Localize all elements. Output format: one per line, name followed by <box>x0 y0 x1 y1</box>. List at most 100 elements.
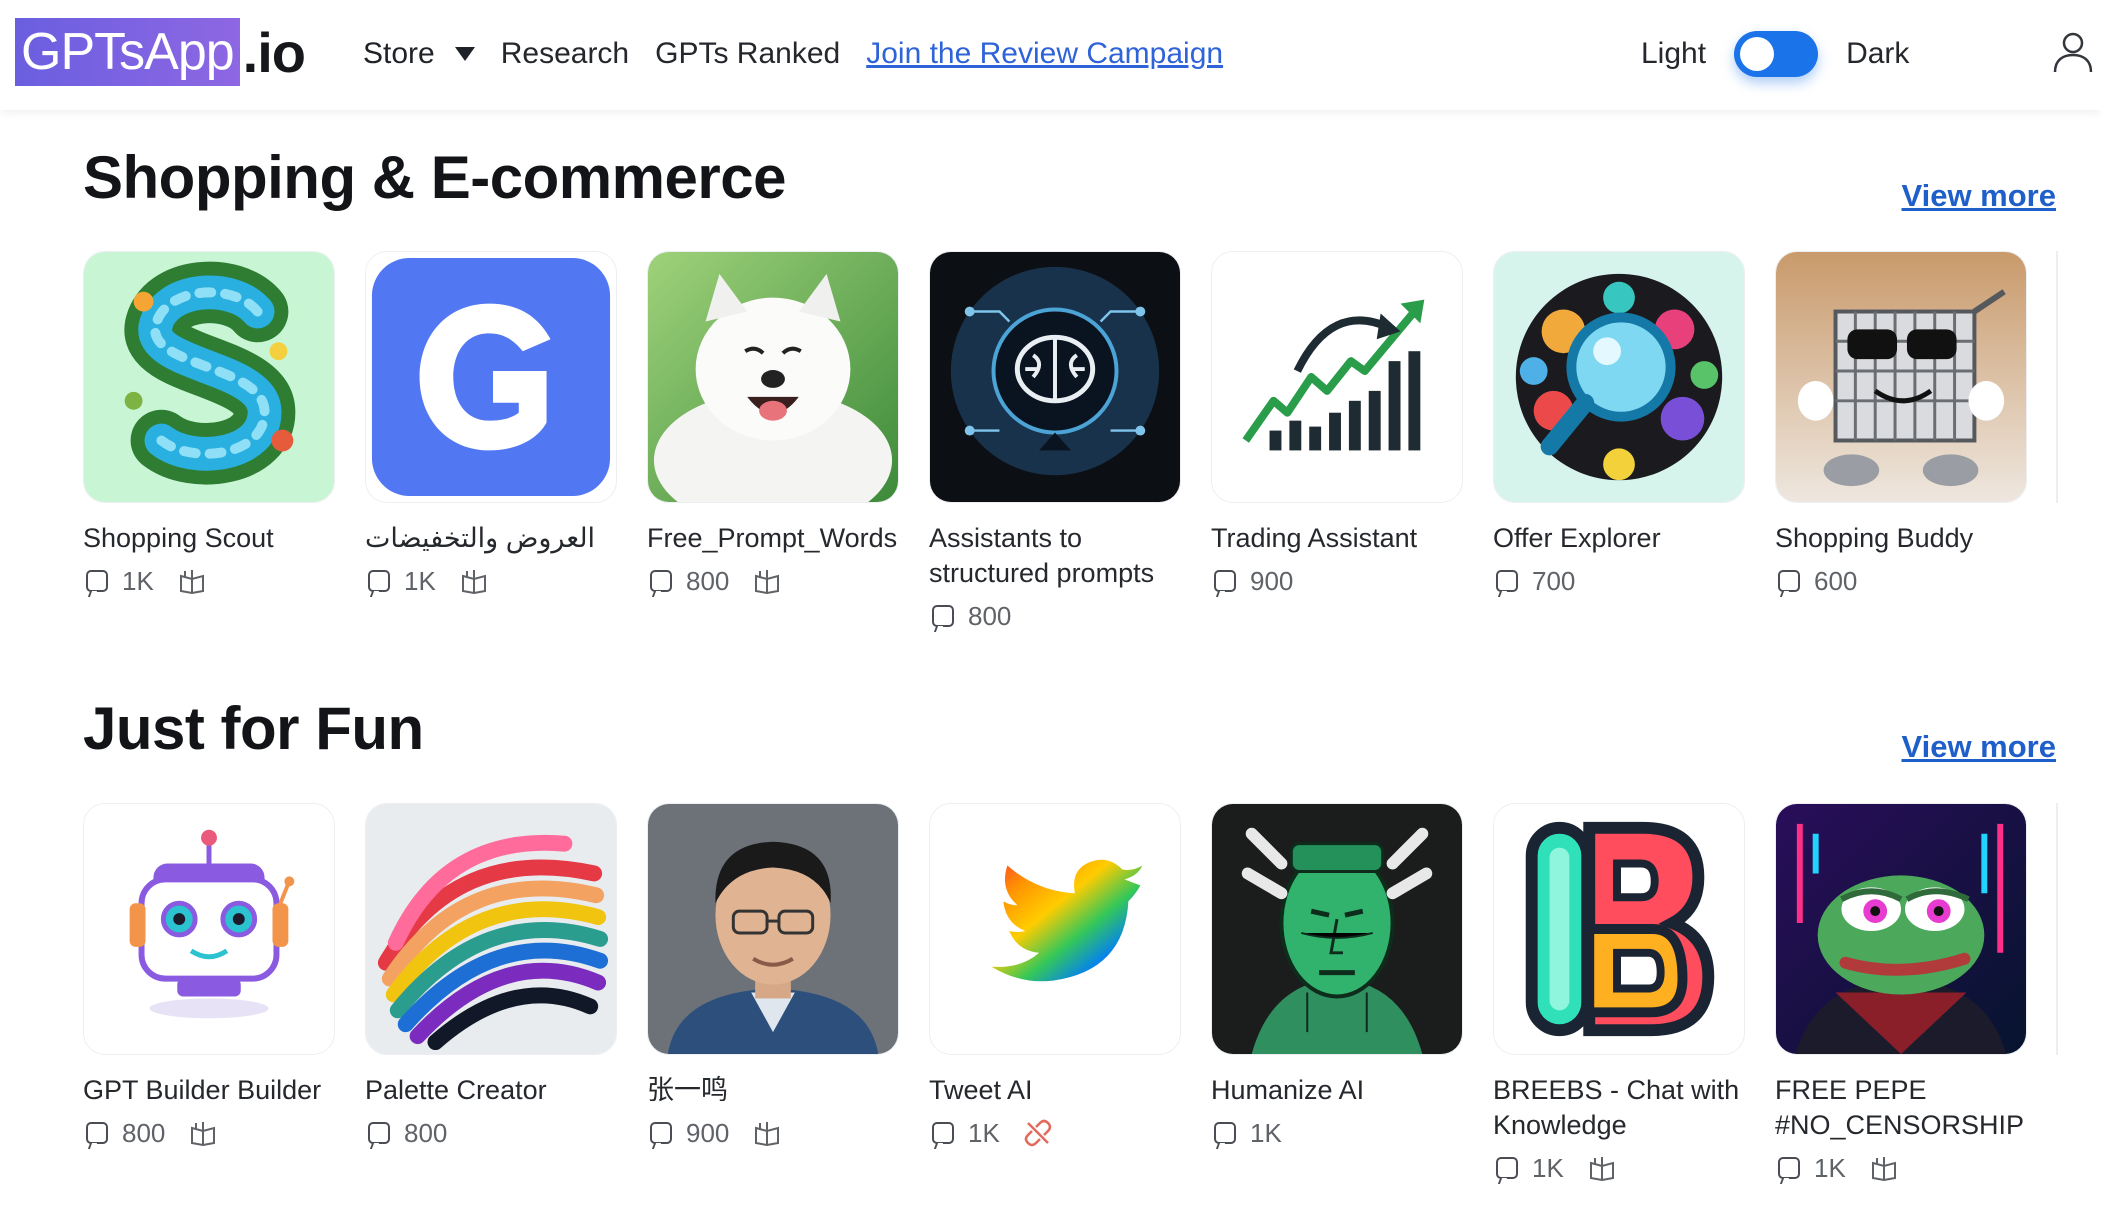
user-account-icon[interactable] <box>2051 30 2095 74</box>
conversation-count: 800 <box>122 1117 166 1148</box>
book-icon <box>755 570 780 594</box>
chat-bubble-icon <box>1778 570 1800 592</box>
magnifier-collage-icon <box>1493 251 1745 503</box>
gpt-card-name: Shopping Scout <box>83 523 274 553</box>
rainbow-bird-icon <box>929 803 1181 1055</box>
theme-dark-label: Dark <box>1846 37 1910 70</box>
gpt-card-palette-creator[interactable]: Palette Creator 800 <box>365 803 617 1150</box>
conversation-count: 700 <box>1532 565 1576 596</box>
theme-light-label: Light <box>1641 37 1707 70</box>
book-icon <box>755 1122 780 1146</box>
neon-frog-icon <box>1775 803 2027 1055</box>
book-icon <box>461 570 486 594</box>
gpt-card-free-prompt-words[interactable]: Free_Prompt_Words 800 <box>647 251 899 598</box>
gpt-card-name: Offer Explorer <box>1493 523 1661 553</box>
gpt-card-humanize-ai[interactable]: Humanize AI 1K <box>1211 803 1463 1150</box>
gpt-card-name: Trading Assistant <box>1211 523 1418 553</box>
gpt-card-tweet-ai[interactable]: Tweet AI 1K <box>929 803 1181 1150</box>
chat-bubble-icon <box>368 1122 390 1144</box>
chat-bubble-icon <box>86 1122 108 1144</box>
site-logo[interactable]: GPTsApp .io <box>15 18 306 86</box>
nav-store-dropdown[interactable]: Store <box>363 37 475 71</box>
gpt-card-meta: 800 <box>365 1116 617 1150</box>
s-river-logo-icon <box>83 251 335 503</box>
gpt-card-meta: 600 <box>1775 564 2027 598</box>
next-card-edge <box>2056 803 2060 1055</box>
chat-bubble-icon <box>650 1122 672 1144</box>
book-icon <box>179 570 204 594</box>
chat-bubble-icon <box>1496 1157 1518 1179</box>
gpt-card-arabic-offers[interactable]: العروض والتخفيضات 1K <box>365 251 617 598</box>
chat-bubble-icon <box>1214 1122 1236 1144</box>
view-more-fun-link[interactable]: View more <box>1901 729 2056 765</box>
conversation-count: 900 <box>1250 565 1294 596</box>
join-review-campaign-link[interactable]: Join the Review Campaign <box>866 37 1223 71</box>
conversation-count: 800 <box>686 565 730 596</box>
gpt-card-name: Palette Creator <box>365 1075 547 1105</box>
gpt-card-gpt-builder-builder[interactable]: GPT Builder Builder 800 <box>83 803 335 1150</box>
conversation-count: 1K <box>968 1117 1000 1148</box>
gpt-card-breebs[interactable]: BREEBS - Chat with Knowledge 1K <box>1493 803 1745 1185</box>
section-title-shopping: Shopping & E-commerce <box>83 144 786 211</box>
gpt-card-meta: 1K <box>1493 1151 1745 1185</box>
chat-bubble-icon <box>932 605 954 627</box>
conversation-count: 800 <box>404 1117 448 1148</box>
gpt-card-name: BREEBS - Chat with Knowledge <box>1493 1075 1740 1140</box>
theme-toggle-switch[interactable] <box>1734 31 1819 77</box>
conversation-count: 1K <box>1250 1117 1282 1148</box>
trend-chart-icon <box>1211 251 1463 503</box>
gpt-card-zhang-yiming[interactable]: 张一鸣 900 <box>647 803 899 1150</box>
gpt-card-meta: 1K <box>83 564 335 598</box>
book-icon <box>191 1122 216 1146</box>
nav-gpts-ranked-link[interactable]: GPTs Ranked <box>655 37 840 71</box>
cart-character-icon <box>1775 251 2027 503</box>
gpt-card-meta: 800 <box>929 599 1181 633</box>
portrait-photo-icon <box>647 803 899 1055</box>
gpt-card-name: Tweet AI <box>929 1075 1033 1105</box>
conversation-count: 600 <box>1814 565 1858 596</box>
color-swirl-icon <box>365 803 617 1055</box>
gpt-card-meta: 800 <box>83 1116 335 1150</box>
gpt-card-meta: 1K <box>929 1116 1181 1150</box>
view-more-shopping-link[interactable]: View more <box>1901 178 2056 214</box>
chat-bubble-icon <box>1214 570 1236 592</box>
chat-bubble-icon <box>932 1122 954 1144</box>
gpt-card-meta: 1K <box>1775 1151 2027 1185</box>
gpt-card-name: Shopping Buddy <box>1775 523 1974 553</box>
main-nav: Store Research GPTs Ranked Join the Revi… <box>363 0 1223 108</box>
conversation-count: 900 <box>686 1117 730 1148</box>
chevron-down-icon <box>454 47 475 61</box>
gpt-card-meta: 1K <box>365 564 617 598</box>
gpt-card-shopping-scout[interactable]: Shopping Scout 1K <box>83 251 335 598</box>
gpt-card-trading-assistant[interactable]: Trading Assistant 900 <box>1211 251 1463 598</box>
gpt-card-offer-explorer[interactable]: Offer Explorer 700 <box>1493 251 1745 598</box>
gpt-card-assistants-structured-prompts[interactable]: Assistants to structured prompts 800 <box>929 251 1181 633</box>
gpt-card-name: Free_Prompt_Words <box>647 523 898 553</box>
conversation-count: 1K <box>122 565 154 596</box>
chat-bubble-icon <box>1496 570 1518 592</box>
conversation-count: 1K <box>1532 1152 1564 1183</box>
logo-main-text: GPTsApp <box>15 18 240 86</box>
gpt-card-name: GPT Builder Builder <box>83 1075 322 1105</box>
gpt-card-meta: 700 <box>1493 564 1745 598</box>
toggle-knob <box>1740 37 1775 71</box>
chat-bubble-icon <box>86 570 108 592</box>
gpt-card-meta: 800 <box>647 564 899 598</box>
nav-store-label: Store <box>363 37 435 70</box>
gpt-card-shopping-buddy[interactable]: Shopping Buddy 600 <box>1775 251 2027 598</box>
brain-chip-icon <box>929 251 1181 503</box>
gpt-card-free-pepe[interactable]: FREE PEPE #NO_CENSORSHIP 1K <box>1775 803 2027 1185</box>
gpt-card-name: Humanize AI <box>1211 1075 1365 1105</box>
section-title-just-for-fun: Just for Fun <box>83 695 424 762</box>
chat-bubble-icon <box>368 570 390 592</box>
conversation-count: 1K <box>1814 1152 1846 1183</box>
nav-research-link[interactable]: Research <box>501 37 629 71</box>
top-navigation-bar: GPTsApp .io Store Research GPTs Ranked J… <box>0 0 2101 110</box>
letter-b-logo-icon <box>1493 803 1745 1055</box>
gpt-card-name: Assistants to structured prompts <box>929 523 1155 588</box>
book-icon <box>1589 1157 1614 1181</box>
logo-tld-text: .io <box>242 20 306 84</box>
chat-bubble-icon <box>1778 1157 1800 1179</box>
gpt-card-meta: 900 <box>647 1116 899 1150</box>
blue-g-logo-icon <box>365 251 617 503</box>
